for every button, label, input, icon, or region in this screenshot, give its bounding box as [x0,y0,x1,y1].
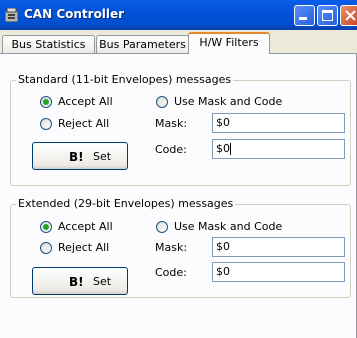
ext-reject-all-label[interactable]: Reject All [58,241,109,254]
ext-mask-input[interactable]: $0 [212,237,345,257]
ext-accept-all-radio[interactable] [40,221,52,233]
ext-mask-label: Mask: [155,241,188,254]
tab-bus-statistics[interactable]: Bus Statistics [2,35,95,53]
minimize-icon [299,17,307,20]
close-icon [345,10,356,21]
set-button-label: Set [93,150,112,163]
std-mask-label: Mask: [155,117,188,130]
window-title: CAN Controller [24,7,125,21]
std-code-input[interactable]: $0 [212,139,345,159]
std-mask-value: $0 [216,116,230,129]
title-bar[interactable]: CAN Controller [0,0,357,30]
radio-selected-dot [43,224,49,230]
radio-selected-dot [43,99,49,105]
std-accept-all-radio[interactable] [40,96,52,108]
ext-set-button[interactable]: B! Set [32,267,128,295]
std-code-label: Code: [155,143,187,156]
maximize-button[interactable] [317,5,338,26]
ext-mask-value: $0 [216,240,230,253]
tab-bus-parameters[interactable]: Bus Parameters [96,35,189,53]
std-use-mask-label[interactable]: Use Mask and Code [174,95,282,108]
minimize-button[interactable] [294,5,315,26]
maximize-icon [322,10,333,21]
std-use-mask-radio[interactable] [156,96,168,108]
can-controller-window: CAN Controller Bus Statistics Bus Parame… [0,0,357,338]
ext-use-mask-label[interactable]: Use Mask and Code [174,220,282,233]
std-reject-all-label[interactable]: Reject All [58,117,109,130]
set-button-label: Set [93,275,112,288]
text-caret [230,143,231,155]
ext-code-value: $0 [216,265,230,278]
ext-code-label: Code: [155,266,187,279]
set-icon: B! [69,150,84,164]
ext-reject-all-radio[interactable] [40,242,52,254]
std-code-value: $0 [216,142,230,155]
std-set-button[interactable]: B! Set [32,142,128,170]
ext-accept-all-label[interactable]: Accept All [58,220,113,233]
std-accept-all-label[interactable]: Accept All [58,95,113,108]
can-controller-icon [5,8,18,22]
group-title: Extended (29-bit Envelopes) messages [16,197,236,210]
set-icon: B! [69,275,84,289]
ext-code-input[interactable]: $0 [212,262,345,282]
tab-strip: Bus Statistics Bus Parameters H/W Filter… [0,32,357,54]
ext-use-mask-radio[interactable] [156,221,168,233]
std-mask-input[interactable]: $0 [212,113,345,133]
std-reject-all-radio[interactable] [40,118,52,130]
group-title: Standard (11-bit Envelopes) messages [16,73,234,86]
tab-hw-filters[interactable]: H/W Filters [188,32,270,54]
close-button[interactable] [340,5,357,26]
